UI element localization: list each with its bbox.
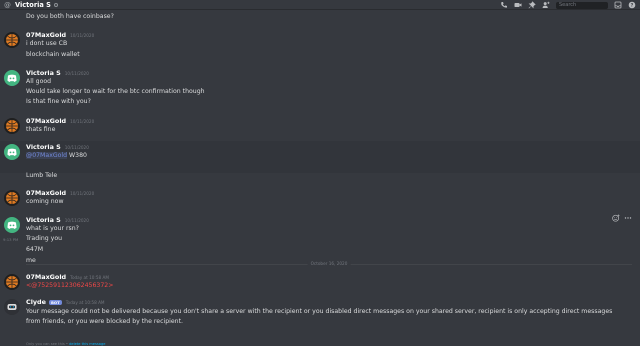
channel-title: Victoria S: [15, 0, 51, 9]
timestamp: 10/11/2020: [70, 191, 95, 196]
message-text: thats fine: [26, 126, 56, 133]
timestamp: 10/11/2020: [64, 145, 89, 150]
ephemeral-notice: Only you can see this • delete this mess…: [26, 342, 105, 346]
clyde-avatar[interactable]: [4, 299, 20, 315]
timestamp: 10/11/2020: [70, 33, 95, 38]
add-member-icon[interactable]: [542, 1, 550, 9]
inbox-icon[interactable]: [614, 1, 622, 9]
phone-call-icon[interactable]: [500, 1, 508, 9]
message: 07MaxGold 10/11/2020 i dont use CB blockc…: [0, 29, 640, 65]
timestamp: Today at 10:58 AM: [65, 300, 105, 305]
hover-timestamp: 9:13 PM: [3, 237, 19, 242]
message-text: 647M: [26, 246, 44, 253]
message: 07MaxGold 10/11/2020 coming now: [0, 187, 640, 211]
avatar[interactable]: [4, 217, 20, 233]
message-text: blockchain wallet: [26, 51, 80, 58]
message-list: Do you both have coinbase? 07MaxGold 10/1…: [0, 11, 640, 346]
message-text: Do you both have coinbase?: [26, 13, 114, 20]
username[interactable]: Victoria S: [26, 69, 61, 77]
message-text: @07MaxGold W380: [26, 152, 87, 159]
message-text: i dont use CB: [26, 40, 68, 47]
timestamp: 10/11/2020: [70, 119, 95, 124]
message-text: coming now: [26, 198, 64, 205]
more-options-icon[interactable]: [624, 214, 632, 224]
avatar[interactable]: [4, 118, 20, 134]
username[interactable]: Victoria S: [26, 143, 61, 151]
at-icon: @: [4, 0, 11, 9]
avatar[interactable]: [4, 144, 20, 160]
avatar[interactable]: [4, 190, 20, 206]
help-icon[interactable]: ?: [628, 1, 636, 9]
avatar[interactable]: [4, 274, 20, 290]
message-text: Lumb Tele: [26, 172, 58, 179]
username[interactable]: Victoria S: [26, 216, 61, 224]
timestamp: 10/11/2020: [64, 218, 89, 223]
message-text: Would take longer to wait for the btc co…: [26, 88, 205, 95]
status-dot-icon: [53, 2, 58, 7]
channel-header: @ Victoria S Search ?: [0, 0, 640, 10]
timestamp: Today at 10:58 AM: [70, 275, 109, 280]
delete-message-link[interactable]: delete this message: [69, 342, 105, 346]
username[interactable]: 07MaxGold: [26, 273, 66, 281]
ephemeral-text: Only you can see this •: [26, 342, 68, 346]
add-reaction-icon[interactable]: [612, 214, 620, 224]
message: 07MaxGold 10/11/2020 thats fine: [0, 115, 640, 139]
video-call-icon[interactable]: [514, 1, 522, 9]
message-text-after: W380: [67, 152, 87, 159]
username[interactable]: 07MaxGold: [26, 117, 66, 125]
avatar[interactable]: [4, 32, 20, 48]
message-text: All good: [26, 78, 52, 85]
system-message-body: Your message could not be delivered beca…: [26, 308, 613, 325]
message-text: Trading you: [26, 235, 63, 242]
username[interactable]: 07MaxGold: [26, 189, 66, 197]
message: Lumb Tele: [0, 172, 640, 185]
date-divider: October 16, 2020: [26, 261, 632, 266]
username[interactable]: 07MaxGold: [26, 31, 66, 39]
username[interactable]: Clyde: [26, 298, 46, 306]
system-message: Clyde BOT Today at 10:58 AM Your message c…: [0, 297, 640, 339]
avatar[interactable]: [4, 70, 20, 86]
bot-badge: BOT: [48, 300, 62, 305]
message: 07MaxGold Today at 10:58 AM <@75259112306…: [0, 271, 640, 295]
user-mention[interactable]: @07MaxGold: [26, 152, 68, 159]
date-divider-label: October 16, 2020: [307, 261, 351, 266]
message-actions: [612, 214, 632, 224]
message-text: Is that fine with you?: [26, 98, 91, 105]
failed-mention-text: <@752591123062456372>: [26, 282, 114, 289]
message: Do you both have coinbase?: [0, 11, 640, 23]
timestamp: 10/11/2020: [64, 71, 89, 76]
search-input[interactable]: Search: [556, 1, 608, 9]
message-highlighted: Victoria S 10/11/2020 @07MaxGold W380: [0, 141, 640, 173]
message-text: what is your rsn?: [26, 225, 79, 232]
message-text: me: [26, 257, 36, 264]
message: Victoria S 10/11/2020 All good Would take…: [0, 67, 640, 113]
header-toolbar: Search ?: [500, 0, 636, 10]
svg-text:?: ?: [631, 3, 634, 9]
pin-icon[interactable]: [528, 1, 536, 9]
